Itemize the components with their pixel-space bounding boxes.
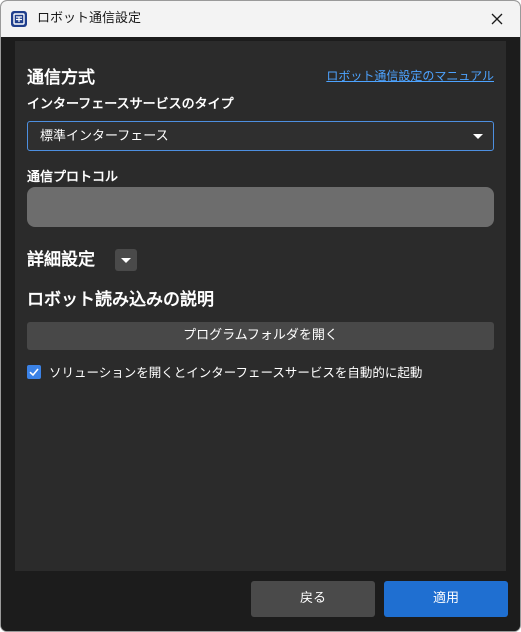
dialog-window: ロボット通信設定 通信方式 ロボット通信設定のマニュアル インターフェースサービ… xyxy=(0,0,521,632)
close-icon xyxy=(491,13,503,25)
dialog-body: 通信方式 ロボット通信設定のマニュアル インターフェースサービスのタイプ 標準イ… xyxy=(1,37,520,631)
autostart-checkbox[interactable] xyxy=(27,365,41,379)
settings-panel: 通信方式 ロボット通信設定のマニュアル インターフェースサービスのタイプ 標準イ… xyxy=(15,41,506,571)
advanced-settings-heading: 詳細設定 xyxy=(27,250,95,270)
protocol-field[interactable] xyxy=(27,187,494,227)
app-logo-icon xyxy=(11,11,27,27)
open-program-folder-button[interactable]: プログラムフォルダを開く xyxy=(27,322,494,350)
apply-button[interactable]: 適用 xyxy=(384,581,508,617)
window-title: ロボット通信設定 xyxy=(37,11,142,26)
back-button[interactable]: 戻る xyxy=(251,581,375,617)
title-bar[interactable]: ロボット通信設定 xyxy=(1,1,520,37)
interface-type-label: インターフェースサービスのタイプ xyxy=(27,97,234,112)
interface-type-value: 標準インターフェース xyxy=(40,129,169,144)
close-button[interactable] xyxy=(480,3,514,35)
checkmark-icon xyxy=(29,368,39,377)
caret-down-icon xyxy=(473,134,483,139)
communication-heading: 通信方式 xyxy=(27,68,95,88)
advanced-settings-toggle[interactable] xyxy=(115,249,137,271)
robot-loading-heading: ロボット読み込みの説明 xyxy=(27,290,214,310)
manual-link[interactable]: ロボット通信設定のマニュアル xyxy=(326,68,494,84)
protocol-label: 通信プロトコル xyxy=(27,170,119,185)
autostart-checkbox-label: ソリューションを開くとインターフェースサービスを自動的に起動 xyxy=(49,365,423,380)
interface-type-select[interactable]: 標準インターフェース xyxy=(27,121,494,151)
caret-down-icon xyxy=(121,258,131,263)
